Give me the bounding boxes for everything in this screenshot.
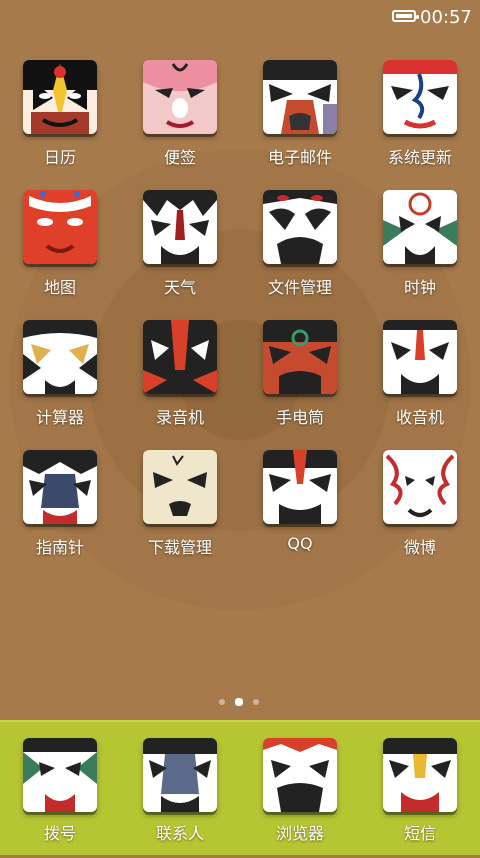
app-label: 录音机 [155,408,204,427]
messages-icon [383,738,457,812]
app-weibo[interactable]: 微博 [360,450,480,570]
app-calendar[interactable]: 日历 [0,60,120,180]
app-maps[interactable]: 地图 [0,190,120,310]
app-label: 联系人 [155,824,204,843]
app-label: 天气 [163,278,196,297]
dock-app-dialer[interactable]: 拨号 [0,738,120,858]
app-label: 地图 [43,278,76,297]
app-label: 下载管理 [147,538,212,557]
app-label: 指南针 [35,538,84,557]
radio-icon [383,320,457,394]
notes-icon [143,60,217,134]
app-label: 拨号 [43,824,76,843]
app-clock[interactable]: 时钟 [360,190,480,310]
app-label: 便签 [163,148,196,167]
app-radio[interactable]: 收音机 [360,320,480,440]
app-label: 文件管理 [267,278,332,297]
weather-icon [143,190,217,264]
app-label: 电子邮件 [267,148,332,167]
dock-app-messages[interactable]: 短信 [360,738,480,858]
app-label: 短信 [403,824,436,843]
app-qq[interactable]: QQ [240,450,360,570]
app-label: 系统更新 [387,148,452,167]
app-label: 计算器 [35,408,84,427]
app-file-manager[interactable]: 文件管理 [240,190,360,310]
app-label: QQ [287,534,313,553]
app-downloads[interactable]: 下载管理 [120,450,240,570]
status-time: 00:57 [420,7,472,28]
app-label: 手电筒 [275,408,324,427]
compass-icon [23,450,97,524]
app-system-update[interactable]: 系统更新 [360,60,480,180]
recorder-icon [143,320,217,394]
downloads-icon [143,450,217,524]
app-recorder[interactable]: 录音机 [120,320,240,440]
app-label: 时钟 [403,278,436,297]
app-compass[interactable]: 指南针 [0,450,120,570]
dialer-icon [23,738,97,812]
maps-icon [23,190,97,264]
app-email[interactable]: 电子邮件 [240,60,360,180]
contacts-icon [143,738,217,812]
page-indicator[interactable] [0,698,480,709]
dock-app-contacts[interactable]: 联系人 [120,738,240,858]
qq-icon [263,450,337,524]
dock: 拨号 联系人 浏览器 短信 [0,720,480,855]
app-label: 浏览器 [275,824,324,843]
app-flashlight[interactable]: 手电筒 [240,320,360,440]
calendar-icon [23,60,97,134]
flashlight-icon [263,320,337,394]
app-calculator[interactable]: 计算器 [0,320,120,440]
weibo-icon [383,450,457,524]
app-label: 收音机 [395,408,444,427]
page-dot[interactable] [253,699,259,705]
page-dot-active[interactable] [235,698,243,706]
battery-icon [392,10,419,22]
app-label: 微博 [403,538,436,557]
dock-app-browser[interactable]: 浏览器 [240,738,360,858]
status-bar: 00:57 [0,0,480,34]
clock-icon [383,190,457,264]
app-weather[interactable]: 天气 [120,190,240,310]
calculator-icon [23,320,97,394]
file-manager-icon [263,190,337,264]
browser-icon [263,738,337,812]
system-update-icon [383,60,457,134]
app-label: 日历 [43,148,76,167]
email-icon [263,60,337,134]
app-notes[interactable]: 便签 [120,60,240,180]
page-dot[interactable] [219,699,225,705]
